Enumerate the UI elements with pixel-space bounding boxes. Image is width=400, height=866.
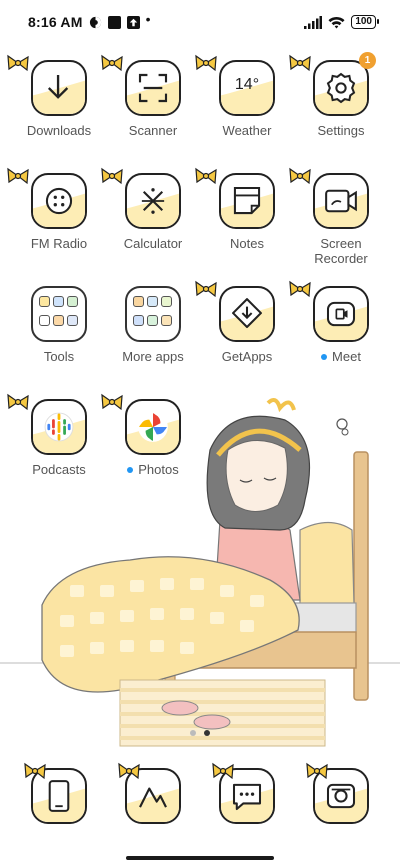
app-label: Scanner bbox=[128, 123, 178, 138]
app-label-row: Photos bbox=[127, 462, 179, 477]
meet-icon bbox=[326, 301, 356, 327]
app-meet[interactable]: Meet bbox=[289, 280, 386, 364]
bow-decoration bbox=[7, 167, 29, 185]
bow-decoration bbox=[289, 167, 311, 185]
app-label: Settings bbox=[317, 123, 365, 138]
new-app-dot bbox=[127, 466, 134, 473]
notification-square-icon bbox=[107, 15, 121, 29]
app-label: GetApps bbox=[221, 349, 273, 364]
bow-decoration bbox=[195, 280, 217, 298]
app-scanner[interactable]: Scanner bbox=[101, 54, 198, 138]
app-downloads[interactable]: Downloads bbox=[7, 54, 104, 138]
vpn-icon bbox=[89, 16, 101, 28]
gear-icon bbox=[326, 72, 356, 104]
home-gesture-bar[interactable] bbox=[126, 856, 274, 860]
photos-icon bbox=[138, 412, 168, 442]
app-settings[interactable]: 1 Settings bbox=[289, 52, 386, 138]
status-bar: 8:16 AM • 100 bbox=[0, 0, 400, 44]
bow-decoration bbox=[195, 167, 217, 185]
download-icon bbox=[47, 75, 69, 99]
app-label-row: Meet bbox=[321, 349, 361, 364]
dock-camera[interactable] bbox=[306, 762, 369, 824]
upload-icon bbox=[126, 15, 140, 29]
app-calculator[interactable]: Calculator bbox=[101, 167, 198, 251]
bow-decoration bbox=[101, 54, 123, 72]
signal-icon bbox=[304, 15, 323, 29]
wifi-icon bbox=[328, 16, 345, 28]
app-label: Tools bbox=[43, 349, 75, 364]
status-time: 8:16 AM bbox=[28, 14, 83, 30]
bow-decoration bbox=[24, 762, 46, 780]
notification-badge: 1 bbox=[359, 52, 376, 69]
page-dot[interactable] bbox=[190, 730, 196, 736]
app-label: Calculator bbox=[123, 236, 183, 251]
scanner-icon bbox=[138, 73, 168, 103]
bow-decoration bbox=[306, 762, 328, 780]
app-getapps[interactable]: GetApps bbox=[195, 280, 292, 364]
app-label: Meet bbox=[332, 349, 361, 364]
getapps-icon bbox=[232, 298, 262, 329]
weather-icon: 14° bbox=[234, 76, 260, 93]
bow-decoration bbox=[212, 762, 234, 780]
radio-icon bbox=[45, 187, 73, 215]
folder-more-apps[interactable]: More apps bbox=[108, 286, 198, 364]
bow-decoration bbox=[289, 280, 311, 298]
app-notes[interactable]: Notes bbox=[195, 167, 292, 251]
folder-icon bbox=[125, 286, 181, 342]
bow-decoration bbox=[7, 54, 29, 72]
page-dot-active[interactable] bbox=[204, 730, 210, 736]
bow-decoration bbox=[118, 762, 140, 780]
new-app-dot bbox=[321, 353, 328, 360]
app-label: FM Radio bbox=[30, 236, 88, 251]
bow-decoration bbox=[7, 393, 29, 411]
battery-icon: 100 bbox=[351, 15, 379, 29]
app-label: Screen Recorder bbox=[314, 236, 368, 266]
folder-tools[interactable]: Tools bbox=[14, 286, 104, 364]
app-podcasts[interactable]: Podcasts bbox=[7, 393, 104, 477]
calculator-icon bbox=[141, 188, 165, 214]
dock-phone[interactable] bbox=[24, 762, 87, 824]
dock-gallery[interactable] bbox=[118, 762, 181, 824]
bow-decoration bbox=[101, 167, 123, 185]
bow-decoration bbox=[101, 393, 123, 411]
screen-recorder-icon bbox=[325, 189, 357, 213]
folder-icon bbox=[31, 286, 87, 342]
app-label: More apps bbox=[122, 349, 184, 364]
app-label: Downloads bbox=[26, 123, 92, 138]
app-photos[interactable]: Photos bbox=[101, 393, 198, 477]
notes-icon bbox=[233, 186, 261, 215]
bow-decoration bbox=[289, 54, 311, 72]
app-fm-radio[interactable]: FM Radio bbox=[7, 167, 104, 251]
app-label: Weather bbox=[222, 123, 272, 138]
app-screen-recorder[interactable]: Screen Recorder bbox=[289, 167, 386, 266]
app-label: Notes bbox=[230, 236, 264, 251]
more-dot-icon: • bbox=[145, 11, 151, 27]
app-label: Podcasts bbox=[32, 462, 86, 477]
podcasts-icon bbox=[44, 412, 74, 442]
page-indicator[interactable] bbox=[0, 730, 400, 736]
bow-decoration bbox=[195, 54, 217, 72]
app-label: Photos bbox=[138, 462, 179, 477]
dock-messages[interactable] bbox=[212, 762, 275, 824]
app-weather[interactable]: 14° Weather bbox=[195, 54, 292, 138]
